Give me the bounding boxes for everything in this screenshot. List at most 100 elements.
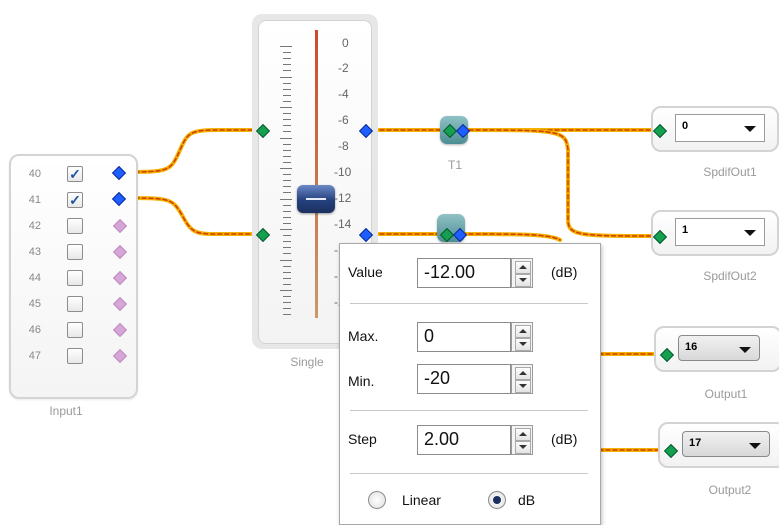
spinner-down-icon[interactable] [515,338,531,351]
channel-select-value: 17 [689,437,702,449]
fader-tick [280,229,292,230]
fader-tick [283,100,291,102]
spinner-up-icon[interactable] [515,261,531,274]
fader-tick [283,64,291,66]
spdifout2-label: SpdifOut2 [703,269,757,283]
channel-select[interactable]: 16 [678,335,760,361]
fader-tick [283,82,291,84]
spinner-up-icon[interactable] [515,367,531,380]
fader-tick [283,174,291,176]
output1-label: Output1 [704,387,748,401]
channel-checkbox[interactable] [67,296,83,312]
channel-checkbox[interactable] [67,322,83,338]
output1-block[interactable]: 16 [654,326,779,372]
channel-number: 47 [28,350,41,362]
channel-checkbox[interactable] [67,348,83,364]
fader-tick [283,58,291,60]
spinner-down-icon[interactable] [515,380,531,393]
fader-tick [283,308,291,310]
channel-checkbox[interactable] [67,270,83,286]
chevron-down-icon [744,126,756,132]
channel-checkbox[interactable]: ✓ [67,192,83,208]
fader-tick [283,180,291,182]
step-field[interactable]: 2.00 [417,425,511,455]
fader-tick [283,119,291,121]
fader-tick [283,149,291,151]
fader-tick [283,70,291,72]
fader-tick [283,186,291,188]
separator [350,473,588,474]
spdifout1-label: SpdifOut1 [703,165,757,179]
db-radio[interactable] [488,491,506,509]
fader-tick [283,235,291,237]
step-unit: (dB) [551,431,578,447]
fader-tick [280,198,292,200]
channel-select-value: 1 [682,224,689,236]
value-field[interactable]: -12.00 [417,258,511,288]
fader-tick [280,168,292,169]
fader-tick [283,247,291,249]
channel-number: 43 [28,246,41,258]
spinner-down-icon[interactable] [515,274,531,287]
chevron-down-icon [739,347,751,353]
max-field[interactable]: 0 [417,322,511,352]
scale-label: -4 [338,87,349,101]
linear-radio[interactable] [368,491,386,509]
max-label: Max. [348,328,379,344]
spdifout2-block[interactable]: 1 [651,210,779,256]
fader-tick [283,52,291,54]
chevron-down-icon [744,230,756,236]
fader-tick [283,314,291,316]
separator [350,303,588,304]
fader-tick [283,125,291,127]
fader-tick [283,216,291,218]
fader-block-label: Single [290,355,324,369]
output2-block[interactable]: 17 [658,422,779,468]
fader-tick [283,94,291,96]
spinner-up-icon[interactable] [515,325,531,338]
scale-label: -10 [334,165,352,179]
channel-number: 44 [28,272,41,284]
fader-tick [283,253,291,255]
spinner-up-icon[interactable] [515,428,531,441]
db-radio-label: dB [518,492,536,508]
spinner-down-icon[interactable] [515,441,531,454]
channel-select[interactable]: 1 [675,218,765,246]
fader-tick [280,76,292,78]
fader-tick [283,161,291,163]
spdifout1-block[interactable]: 0 [651,106,779,152]
separator [350,410,588,411]
fader-track[interactable] [315,30,318,318]
channel-checkbox[interactable]: ✓ [67,166,83,182]
linear-label: Linear [402,492,441,508]
fader-tick [283,296,291,298]
fader-tick [283,131,291,133]
channel-number: 40 [28,168,41,180]
channel-select-value: 0 [682,120,689,132]
channel-number: 41 [28,194,41,206]
channel-select[interactable]: 0 [675,114,765,142]
min-label: Min. [348,373,375,389]
fader-tick [283,88,291,90]
fader-tick [283,265,291,267]
channel-select[interactable]: 17 [682,431,770,457]
channel-checkbox[interactable] [67,244,83,260]
min-spinner[interactable] [511,364,533,394]
fader-tick [280,107,292,108]
channel-number: 45 [28,298,41,310]
step-spinner[interactable] [511,425,533,455]
fader-tick [283,143,291,145]
fader-tick [283,113,291,115]
scale-label: -2 [338,61,349,75]
fader-tick [283,222,291,224]
fader-properties-popup[interactable]: Value -12.00 (dB) Max. 0 Min. -20 Step 2… [339,243,601,525]
value-label: Value [348,264,383,280]
fader-tick [283,302,291,304]
channel-select-value: 16 [685,341,698,353]
value-spinner[interactable] [511,258,533,288]
fader-knob[interactable] [297,185,335,213]
output2-label: Output2 [708,483,752,497]
min-field[interactable]: -20 [417,364,511,394]
max-spinner[interactable] [511,322,533,352]
channel-checkbox[interactable] [67,218,83,234]
